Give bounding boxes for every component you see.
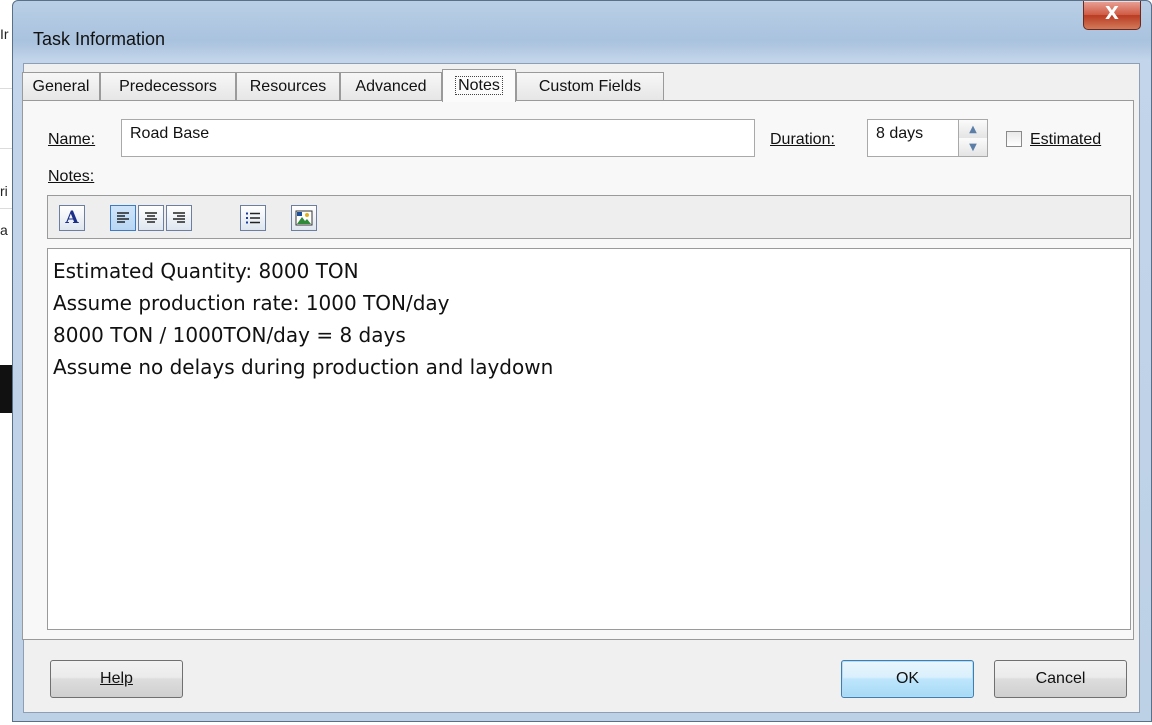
bullet-list-icon <box>246 212 260 224</box>
background-bar <box>0 365 12 413</box>
background-text: Ir <box>0 26 9 42</box>
align-center-button[interactable] <box>138 205 164 231</box>
align-left-icon <box>117 212 129 223</box>
bullets-button[interactable] <box>240 205 266 231</box>
insert-object-icon <box>295 210 313 226</box>
duration-label: Duration: <box>770 131 835 148</box>
estimated-checkbox[interactable] <box>1006 131 1022 147</box>
tab-notes[interactable]: Notes <box>442 69 516 102</box>
duration-spinner[interactable]: ▲ ▼ <box>958 119 988 157</box>
note-line: Estimated Quantity: 8000 TON <box>53 259 359 283</box>
duration-field[interactable]: 8 days <box>867 119 959 157</box>
tab-advanced[interactable]: Advanced <box>340 72 442 100</box>
notes-text-area[interactable]: Estimated Quantity: 8000 TON Assume prod… <box>47 248 1131 630</box>
name-field[interactable]: Road Base <box>121 119 755 157</box>
cancel-button[interactable]: Cancel <box>994 660 1127 698</box>
ok-button[interactable]: OK <box>841 660 974 698</box>
spin-down-icon[interactable]: ▼ <box>959 138 987 156</box>
close-icon: X <box>1105 3 1119 24</box>
align-right-icon <box>173 212 185 223</box>
note-line: Assume no delays during production and l… <box>53 355 554 379</box>
align-center-icon <box>145 212 157 223</box>
notes-format-toolbar: A <box>47 195 1131 239</box>
tab-resources[interactable]: Resources <box>236 72 340 100</box>
estimated-label[interactable]: Estimated <box>1030 131 1101 149</box>
close-button[interactable]: X <box>1083 1 1141 30</box>
font-button[interactable]: A <box>59 205 85 231</box>
insert-object-button[interactable] <box>291 205 317 231</box>
align-left-button[interactable] <box>110 205 136 231</box>
note-line: 8000 TON / 1000TON/day = 8 days <box>53 323 406 347</box>
tab-custom-fields[interactable]: Custom Fields <box>516 72 664 100</box>
note-line: Assume production rate: 1000 TON/day <box>53 291 450 315</box>
notes-label: Notes: <box>48 168 95 185</box>
tab-predecessors[interactable]: Predecessors <box>100 72 236 100</box>
name-label: Name: <box>48 131 96 148</box>
font-icon: A <box>65 208 79 228</box>
background-text: ri <box>0 183 8 199</box>
help-button[interactable]: Help <box>50 660 183 698</box>
align-right-button[interactable] <box>166 205 192 231</box>
tab-general[interactable]: General <box>22 72 100 100</box>
spin-up-icon[interactable]: ▲ <box>959 120 987 138</box>
background-text: a <box>0 222 8 238</box>
window-title: Task Information <box>33 29 166 49</box>
